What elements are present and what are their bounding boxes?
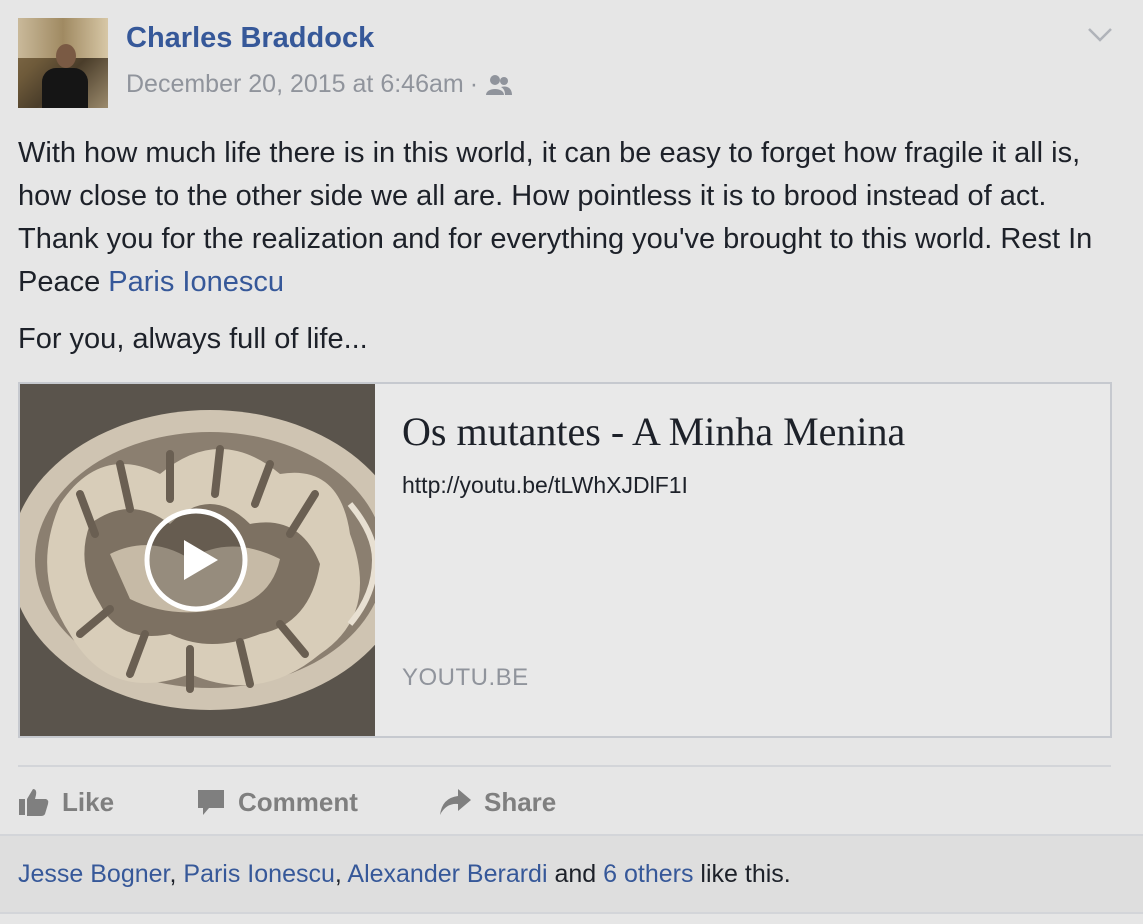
mention-link[interactable]: Paris Ionescu (108, 266, 284, 298)
link-url: http://youtu.be/tLWhXJDlF1I (402, 472, 688, 498)
comment-icon (198, 790, 224, 815)
share-label: Share (484, 786, 557, 817)
meta-separator: · (469, 70, 479, 98)
likes-summary: Jesse Bogner, Paris Ionescu, Alexander B… (0, 834, 1143, 914)
post-paragraph-2: For you, always full of life... (18, 323, 368, 355)
post-message: With how much life there is in this worl… (18, 132, 1118, 361)
share-button[interactable]: Share (438, 780, 556, 824)
likes-sentence: Jesse Bogner, Paris Ionescu, Alexander B… (18, 860, 791, 888)
liker-link[interactable]: Paris Ionescu (183, 860, 334, 888)
like-button[interactable]: Like (18, 780, 114, 824)
feed-post: Charles Braddock December 20, 2015 at 6:… (0, 0, 1143, 924)
link-title[interactable]: Os mutantes - A Minha Menina (402, 408, 1092, 455)
chevron-down-icon[interactable] (1086, 22, 1114, 46)
like-label: Like (62, 786, 115, 817)
post-timestamp[interactable]: December 20, 2015 at 6:46am (126, 70, 464, 99)
friends-icon[interactable] (484, 73, 514, 97)
liker-link[interactable]: Jesse Bogner (18, 860, 170, 888)
link-preview-card[interactable]: Os mutantes - A Minha Menina http://yout… (18, 382, 1112, 738)
video-thumbnail[interactable] (20, 384, 375, 736)
avatar[interactable] (18, 18, 108, 108)
play-icon[interactable] (144, 508, 248, 612)
divider (18, 765, 1111, 767)
author-name[interactable]: Charles Braddock (126, 22, 374, 55)
link-domain: YOUTU.BE (402, 664, 529, 691)
liker-link[interactable]: Alexander Berardi (347, 860, 547, 888)
post-meta: December 20, 2015 at 6:46am · (126, 70, 514, 99)
comment-label: Comment (238, 786, 358, 817)
like-icon (19, 789, 49, 816)
others-link[interactable]: 6 others (603, 860, 693, 888)
share-icon (440, 789, 471, 815)
post-paragraph: With how much life there is in this worl… (18, 132, 1118, 304)
comment-button[interactable]: Comment (196, 780, 358, 824)
